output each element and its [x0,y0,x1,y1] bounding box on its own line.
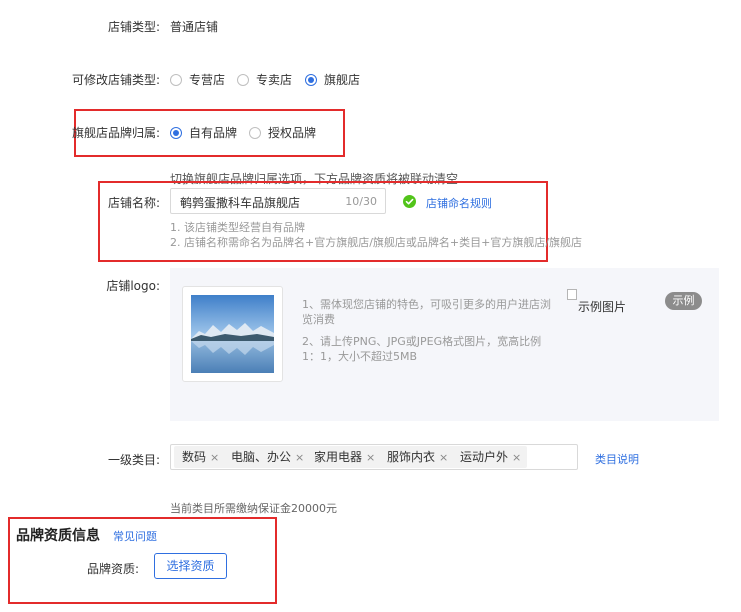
store-name-input-value: 鹌鹑蛋撒科车品旗舰店 [180,196,301,210]
category-explain-link[interactable]: 类目说明 [595,451,639,467]
store-name-label: 店铺名称: [107,196,160,210]
category-tag: 数码 × [174,446,226,468]
select-qualification-button[interactable]: 选择资质 [154,553,227,579]
deposit-note: 当前类目所需缴纳保证金20000元 [170,502,337,515]
radio-circle[interactable] [170,73,182,86]
store-type-value: 普通店铺 [170,20,219,34]
logo-preview-image [191,295,274,373]
radio-circle[interactable] [249,126,261,139]
radio-circle[interactable] [305,73,317,86]
close-icon[interactable]: × [439,451,448,464]
store-type-label: 店铺类型: [107,20,160,34]
close-icon[interactable]: × [366,451,375,464]
radio-label: 旗舰店 [324,73,361,87]
category-tag: 电脑、办公 × [223,446,311,468]
radio-specialty-store[interactable]: 专营店 [170,71,225,88]
store-logo-label: 店铺logo: [106,279,160,293]
radio-licensed-brand[interactable]: 授权品牌 [249,124,316,141]
radio-label: 专卖店 [256,73,293,87]
brand-section-title: 品牌资质信息 [16,528,100,544]
store-name-hint-1: 1. 该店铺类型经营自有品牌 [170,221,305,234]
faq-link[interactable]: 常见问题 [113,528,157,544]
category-tag: 运动户外 × [452,446,528,468]
radio-circle[interactable] [237,73,249,86]
tag-label: 电脑、办公 [231,450,292,464]
logo-desc-2: 览消费 [302,313,335,326]
tag-label: 数码 [182,450,207,464]
category-tag: 家用电器 × [306,446,382,468]
example-image-alt: 示例图片 [578,300,627,314]
radio-circle[interactable] [170,126,182,139]
example-button[interactable]: 示例 [665,292,702,310]
radio-label: 专营店 [189,73,226,87]
broken-image-icon [567,289,577,300]
brand-belong-label: 旗舰店品牌归属: [71,126,160,140]
category-tag: 服饰内衣 × [379,446,455,468]
radio-label: 自有品牌 [189,126,238,140]
close-icon[interactable]: × [210,451,219,464]
radio-label: 授权品牌 [268,126,317,140]
radio-exclusive-store[interactable]: 专卖店 [237,71,292,88]
tag-label: 运动户外 [460,450,509,464]
check-circle-icon [403,195,416,208]
logo-upload-box[interactable] [182,286,283,382]
brand-qualification-label: 品牌资质: [86,562,139,576]
modify-type-label: 可修改店铺类型: [71,73,160,87]
category-label: 一级类目: [107,453,160,467]
store-name-input[interactable]: 鹌鹑蛋撒科车品旗舰店 10/30 [170,188,386,214]
store-naming-rule-link[interactable]: 店铺命名规则 [426,195,492,211]
logo-desc-1: 1、需体现您店铺的特色，可吸引更多的用户进店浏 [302,298,551,311]
store-name-hint-2: 2. 店铺名称需命名为品牌名+官方旗舰店/旗舰店或品牌名+类目+官方旗舰店/旗舰… [170,236,583,249]
tag-label: 家用电器 [314,450,363,464]
radio-flagship-store[interactable]: 旗舰店 [305,71,360,88]
logo-desc-4: 1：1，大小不超过5MB [302,350,418,363]
logo-desc-3: 2、请上传PNG、JPG或JPEG格式图片，宽高比例 [302,335,542,348]
close-icon[interactable]: × [512,451,521,464]
close-icon[interactable]: × [295,451,304,464]
radio-own-brand[interactable]: 自有品牌 [170,124,237,141]
store-name-counter: 10/30 [345,195,377,208]
tag-label: 服饰内衣 [387,450,436,464]
